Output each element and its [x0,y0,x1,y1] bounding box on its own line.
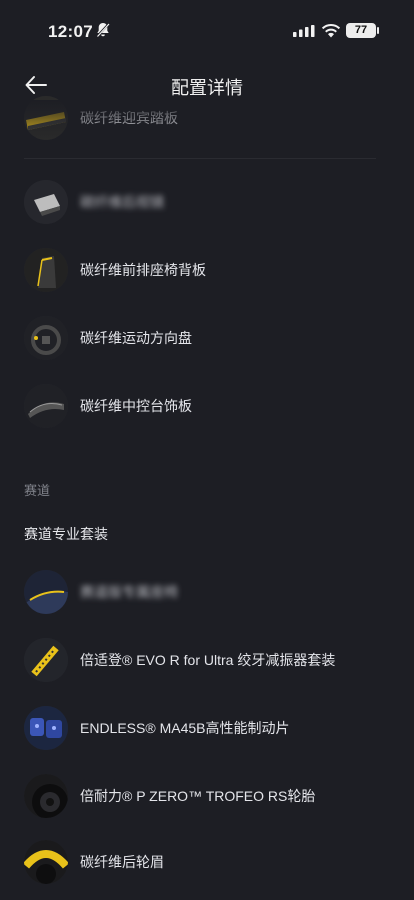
list-item-label: ENDLESS® MA45B高性能制动片 [80,720,290,736]
list-item-label: 赛道版专属座椅 [80,584,178,600]
top-fade [0,100,414,140]
list-item-track-seat[interactable]: 赛道版专属座椅 [0,564,414,620]
list-item-wheel-arch[interactable]: 碳纤维后轮眉 [0,834,414,890]
list-item-seat-back[interactable]: 碳纤维前排座椅背板 [0,242,414,298]
status-time: 12:07 [48,22,93,41]
section-caption: 赛道 [24,483,51,498]
notification-muted-icon [96,22,110,38]
list-item-tire[interactable]: 倍耐力® P ZERO™ TROFEO RS轮胎 [0,768,414,824]
list-item-shock-absorber[interactable]: 倍适登® EVO R for Ultra 绞牙减振器套装 [0,632,414,688]
section-title: 赛道专业套装 [24,526,108,542]
signal-icon [293,25,315,37]
list-item-brake-pads[interactable]: ENDLESS® MA45B高性能制动片 [0,700,414,756]
wheel-arch-thumbnail [24,840,68,884]
brake-pads-thumbnail [24,706,68,750]
list-item-label: 倍适登® EVO R for Ultra 绞牙减振器套装 [80,652,336,668]
list-item-label: 倍耐力® P ZERO™ TROFEO RS轮胎 [80,788,316,804]
steering-wheel-thumbnail [24,316,68,360]
mirror-thumbnail [24,180,68,224]
tire-thumbnail [24,774,68,818]
list-item-console-trim[interactable]: 碳纤维中控台饰板 [0,378,414,434]
list-item-steering-wheel[interactable]: 碳纤维运动方向盘 [0,310,414,366]
list-item-label: 碳纤维后视镜 [80,194,164,210]
divider [24,158,376,159]
list-item-mirror[interactable]: 碳纤维后视镜 [0,174,414,230]
track-seat-thumbnail [24,570,68,614]
list-item-label: 碳纤维运动方向盘 [80,330,192,346]
battery-indicator: 77 [346,23,379,38]
list-item-label: 碳纤维后轮眉 [80,854,164,870]
list-item-label: 碳纤维中控台饰板 [80,398,192,414]
status-bar: 12:07 77 [0,0,414,60]
wifi-icon [321,24,341,38]
console-trim-thumbnail [24,384,68,428]
shock-absorber-thumbnail [24,638,68,682]
seat-back-thumbnail [24,248,68,292]
list-item-label: 碳纤维前排座椅背板 [80,262,206,278]
